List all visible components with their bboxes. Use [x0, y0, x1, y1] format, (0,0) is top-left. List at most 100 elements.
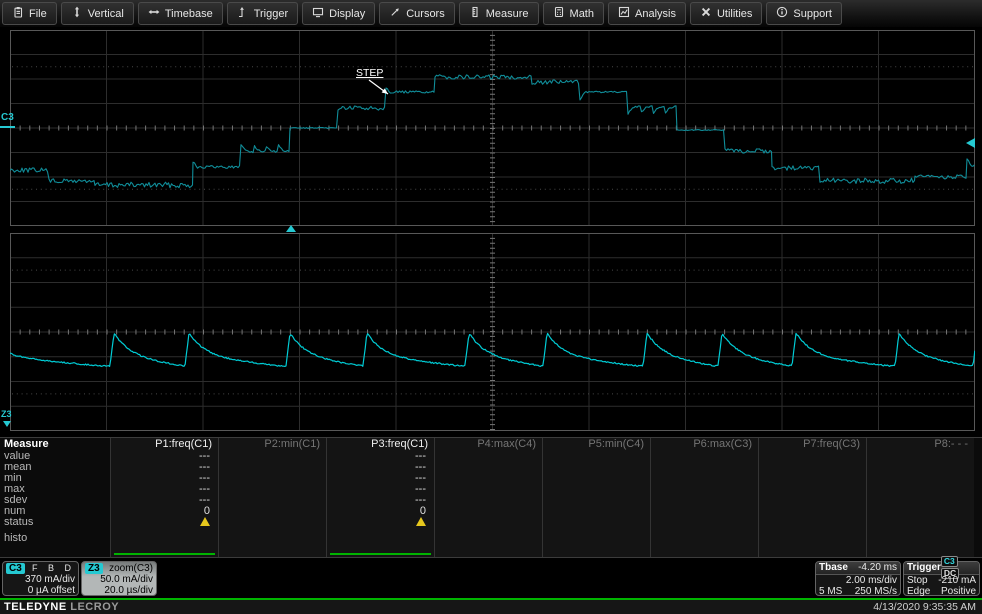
menu-button-utilities[interactable]: Utilities	[690, 2, 762, 25]
measure-column-header[interactable]: P6:max(C3)	[651, 438, 758, 451]
timebase-rate: 250 MS/s	[855, 586, 897, 597]
menu-button-vertical[interactable]: Vertical	[61, 2, 134, 25]
menu-button-math[interactable]: Math	[543, 2, 604, 25]
measure-cell-min	[435, 473, 542, 484]
zoom-descriptor-z3[interactable]: Z3 zoom(C3) 50.0 mA/div 20.0 µs/div	[81, 561, 157, 596]
zoom-badge-z3: Z3	[85, 563, 103, 574]
measure-cell-histo	[759, 528, 866, 557]
zoom-position-marker[interactable]	[286, 225, 296, 232]
measure-cell-sdev	[867, 495, 974, 506]
channel-zero-label-c3[interactable]: C3	[1, 112, 14, 123]
measure-column-p6: P6:max(C3)	[650, 438, 758, 557]
measure-cell-min	[651, 473, 758, 484]
measure-cell-histo	[867, 528, 974, 557]
measure-cell-num	[435, 506, 542, 517]
measure-cell-max	[651, 484, 758, 495]
measure-cell-num	[543, 506, 650, 517]
menu-button-cursors[interactable]: Cursors	[379, 2, 455, 25]
analysis-icon	[618, 6, 630, 21]
measure-cell-histo	[219, 528, 326, 557]
measure-column-header[interactable]: P5:min(C4)	[543, 438, 650, 451]
menu-button-support[interactable]: Support	[766, 2, 842, 25]
measure-cell-max	[543, 484, 650, 495]
measure-row-label-histo: histo	[0, 528, 110, 544]
measure-icon	[469, 6, 481, 21]
timebase-descriptor[interactable]: Tbase -4.20 ms 2.00 ms/div 5 MS 250 MS/s	[815, 561, 901, 596]
trigger-slope: Positive	[941, 586, 976, 597]
channel-offset: 0 µA offset	[6, 585, 75, 596]
measure-cell-sdev	[219, 495, 326, 506]
menu-button-label: Support	[793, 8, 832, 20]
measure-cell-sdev: ---	[111, 495, 218, 506]
menu-button-trigger[interactable]: Trigger	[227, 2, 298, 25]
measure-cell-max	[219, 484, 326, 495]
top-waveform-grid[interactable]: STEP	[10, 30, 975, 226]
trigger-level: -210 mA	[938, 575, 976, 586]
measure-cell-num: 0	[327, 506, 434, 517]
channel-descriptor-c3[interactable]: C3 F B D 370 mA/div 0 µA offset	[2, 561, 79, 596]
utilities-icon	[700, 6, 712, 21]
measure-cell-status	[327, 517, 434, 528]
trigger-level-marker[interactable]	[966, 138, 975, 148]
menu-button-label: Utilities	[717, 8, 752, 20]
measure-cell-mean	[435, 462, 542, 473]
zoom-zero-label-z3[interactable]: Z3	[1, 409, 12, 419]
trigger-title: Trigger	[907, 562, 941, 574]
measure-cell-max	[435, 484, 542, 495]
support-icon	[776, 6, 788, 21]
channel-zero-marker[interactable]	[0, 126, 15, 128]
measure-cell-sdev	[543, 495, 650, 506]
measure-column-header[interactable]: P7:freq(C3)	[759, 438, 866, 451]
menu-button-label: Measure	[486, 8, 529, 20]
measure-cell-max	[867, 484, 974, 495]
menu-button-timebase[interactable]: Timebase	[138, 2, 223, 25]
measure-column-header[interactable]: P8:- - -	[867, 438, 974, 451]
display-icon	[312, 6, 324, 21]
measure-cell-sdev	[651, 495, 758, 506]
measure-cell-min	[219, 473, 326, 484]
measure-cell-mean	[867, 462, 974, 473]
measure-cell-num	[219, 506, 326, 517]
menu-button-label: Math	[570, 8, 594, 20]
file-icon	[12, 6, 24, 21]
timebase-icon	[148, 6, 160, 21]
vertical-icon	[71, 6, 83, 21]
measure-column-header[interactable]: P2:min(C1)	[219, 438, 326, 451]
histogram-baseline	[330, 553, 431, 555]
menu-button-measure[interactable]: Measure	[459, 2, 539, 25]
trigger-type: Edge	[907, 586, 930, 597]
menu-button-display[interactable]: Display	[302, 2, 375, 25]
clock: 4/13/2020 9:35:35 AM	[873, 601, 982, 613]
channel-badge-c3: C3	[6, 563, 25, 574]
measure-cell-status	[435, 517, 542, 528]
math-icon	[553, 6, 565, 21]
timebase-title: Tbase	[819, 562, 848, 574]
trigger-source-badge: C3	[941, 556, 958, 567]
measure-cell-value	[651, 451, 758, 462]
trigger-icon	[237, 6, 249, 21]
trigger-mode: Stop	[907, 575, 928, 586]
zoom-waveform-grid[interactable]	[10, 233, 975, 431]
histogram-baseline	[114, 553, 215, 555]
measure-panel: Measurevaluemeanminmaxsdevnumstatushisto…	[0, 437, 982, 558]
measure-cell-value	[543, 451, 650, 462]
measure-cell-sdev	[435, 495, 542, 506]
measure-column-header[interactable]: P4:max(C4)	[435, 438, 542, 451]
menu-button-label: Display	[329, 8, 365, 20]
measure-cell-num	[759, 506, 866, 517]
trigger-descriptor[interactable]: Trigger C3 DC Stop -210 mA Edge Positive	[903, 561, 980, 596]
menu-button-label: File	[29, 8, 47, 20]
timebase-samples: 5 MS	[819, 586, 842, 597]
measure-cell-num	[651, 506, 758, 517]
menu-button-file[interactable]: File	[2, 2, 57, 25]
menu-button-analysis[interactable]: Analysis	[608, 2, 686, 25]
measure-cell-status	[219, 517, 326, 528]
oscilloscope-screen: FileVerticalTimebaseTriggerDisplayCursor…	[0, 0, 982, 614]
measure-column-p7: P7:freq(C3)	[758, 438, 866, 557]
measure-cell-histo	[111, 528, 218, 557]
measure-cell-histo	[327, 528, 434, 557]
measure-cell-status	[867, 517, 974, 528]
measure-cell-status	[651, 517, 758, 528]
measure-cell-value	[435, 451, 542, 462]
measure-cell-mean	[219, 462, 326, 473]
